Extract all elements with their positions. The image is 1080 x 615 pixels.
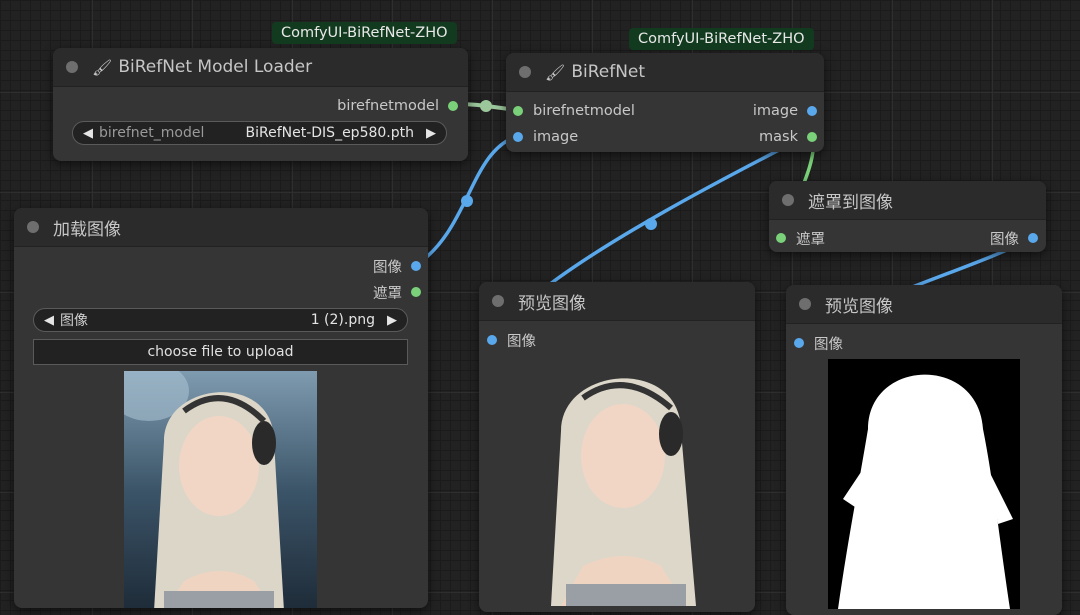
output-slot-dot-icon[interactable] bbox=[411, 287, 421, 297]
node-title-bar[interactable]: 预览图像 bbox=[479, 282, 755, 321]
input-mask[interactable]: 遮罩 bbox=[776, 227, 825, 249]
collapse-dot-icon[interactable] bbox=[782, 194, 794, 206]
portrait-cutout-image bbox=[551, 378, 696, 606]
collapse-dot-icon[interactable] bbox=[519, 66, 531, 78]
node-title: 加载图像 bbox=[53, 219, 121, 240]
node-title: BiRefNet bbox=[571, 62, 646, 82]
node-source-badge: ComfyUI-BiRefNet-ZHO bbox=[629, 28, 814, 50]
output-slot-dot-icon[interactable] bbox=[448, 101, 458, 111]
node-title: BiRefNet Model Loader bbox=[118, 57, 313, 77]
output-image[interactable]: 图像 bbox=[373, 255, 421, 277]
input-birefnetmodel[interactable]: birefnetmodel bbox=[513, 100, 635, 122]
birefnet-model-combo[interactable]: ◀ birefnet_model BiRefNet-DIS_ep580.pth … bbox=[72, 121, 447, 145]
input-label: 遮罩 bbox=[796, 231, 825, 248]
input-slot-dot-icon[interactable] bbox=[794, 338, 804, 348]
load-image-node[interactable]: 加载图像 图像 遮罩 ◀ 图像 1 (2).png ▶ choose file … bbox=[14, 208, 428, 608]
preview-image-cutout bbox=[521, 356, 731, 606]
input-image[interactable]: 图像 bbox=[794, 332, 843, 354]
node-source-badge: ComfyUI-BiRefNet-ZHO bbox=[272, 22, 457, 44]
collapse-dot-icon[interactable] bbox=[27, 221, 39, 233]
upload-button[interactable]: choose file to upload bbox=[33, 339, 408, 365]
node-title-bar[interactable]: 🖌 BiRefNet Model Loader bbox=[53, 48, 468, 87]
input-image[interactable]: 图像 bbox=[487, 329, 536, 351]
node-title-bar[interactable]: 遮罩到图像 bbox=[769, 181, 1046, 220]
output-birefnetmodel[interactable]: birefnetmodel bbox=[337, 95, 458, 117]
output-label: image bbox=[752, 103, 798, 119]
output-label: 图像 bbox=[990, 231, 1019, 248]
node-title-bar[interactable]: 加载图像 bbox=[14, 208, 428, 247]
node-title: 预览图像 bbox=[825, 296, 893, 317]
loaded-image-preview bbox=[124, 371, 317, 608]
node-title: 遮罩到图像 bbox=[808, 192, 893, 213]
prev-arrow-icon[interactable]: ◀ bbox=[83, 126, 93, 141]
portrait-image bbox=[124, 371, 317, 608]
output-label: mask bbox=[759, 129, 798, 145]
node-title: 预览图像 bbox=[518, 293, 586, 314]
brush-icon: 🖌 bbox=[92, 57, 113, 77]
node-title-bar[interactable]: 预览图像 bbox=[786, 285, 1062, 324]
input-label: 图像 bbox=[814, 336, 843, 353]
collapse-dot-icon[interactable] bbox=[799, 298, 811, 310]
collapse-dot-icon[interactable] bbox=[66, 61, 78, 73]
preview-mask-node[interactable]: 预览图像 图像 bbox=[786, 285, 1062, 615]
birefnet-node[interactable]: 🖌 BiRefNet birefnetmodel image image mas… bbox=[506, 53, 824, 152]
input-slot-dot-icon[interactable] bbox=[776, 233, 786, 243]
mask-to-image-node[interactable]: 遮罩到图像 遮罩 图像 bbox=[769, 181, 1046, 252]
image-link-birefnet-to-preview bbox=[528, 132, 811, 302]
image-link-preview-midpoint bbox=[645, 218, 657, 230]
input-slot-dot-icon[interactable] bbox=[487, 335, 497, 345]
output-slot-dot-icon[interactable] bbox=[807, 132, 817, 142]
collapse-dot-icon[interactable] bbox=[492, 295, 504, 307]
widget-value: 1 (2).png bbox=[310, 312, 375, 328]
output-label: birefnetmodel bbox=[337, 98, 439, 114]
input-slot-dot-icon[interactable] bbox=[513, 132, 523, 142]
input-label: 图像 bbox=[507, 333, 536, 350]
output-slot-dot-icon[interactable] bbox=[807, 106, 817, 116]
widget-label: birefnet_model bbox=[99, 125, 205, 141]
preview-image-node[interactable]: 预览图像 图像 bbox=[479, 282, 755, 612]
widget-label: 图像 bbox=[60, 313, 88, 329]
image-link-midpoint bbox=[461, 195, 473, 207]
mask-silhouette-image bbox=[838, 374, 1013, 609]
preview-image-mask bbox=[828, 359, 1020, 609]
node-title-bar[interactable]: 🖌 BiRefNet bbox=[506, 53, 824, 92]
birefnet-model-loader-node[interactable]: 🖌 BiRefNet Model Loader birefnetmodel ◀ … bbox=[53, 48, 468, 161]
input-label: image bbox=[533, 129, 579, 145]
brush-icon: 🖌 bbox=[545, 62, 566, 82]
output-slot-dot-icon[interactable] bbox=[411, 261, 421, 271]
output-label: 图像 bbox=[373, 259, 402, 276]
widget-value: BiRefNet-DIS_ep580.pth bbox=[245, 125, 414, 141]
output-mask[interactable]: 遮罩 bbox=[373, 281, 421, 303]
next-arrow-icon[interactable]: ▶ bbox=[426, 126, 436, 141]
input-image[interactable]: image bbox=[513, 126, 578, 148]
next-arrow-icon[interactable]: ▶ bbox=[387, 313, 397, 328]
output-image[interactable]: image bbox=[753, 100, 817, 122]
output-mask[interactable]: mask bbox=[759, 126, 817, 148]
input-label: birefnetmodel bbox=[533, 103, 635, 119]
output-label: 遮罩 bbox=[373, 285, 402, 302]
image-combo[interactable]: ◀ 图像 1 (2).png ▶ bbox=[33, 308, 408, 332]
model-link-midpoint bbox=[480, 100, 492, 112]
prev-arrow-icon[interactable]: ◀ bbox=[44, 313, 54, 328]
output-slot-dot-icon[interactable] bbox=[1028, 233, 1038, 243]
input-slot-dot-icon[interactable] bbox=[513, 106, 523, 116]
output-image[interactable]: 图像 bbox=[990, 227, 1038, 249]
